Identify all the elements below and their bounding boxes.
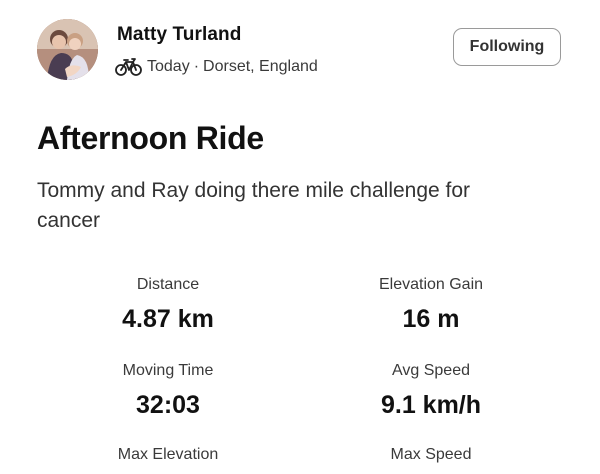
stat-label: Distance <box>136 276 200 293</box>
stat-value: 32:03 <box>136 391 200 419</box>
avatar-photo-icon <box>37 19 98 80</box>
stat-max-speed: Max Speed <box>301 444 561 474</box>
activity-description: Tommy and Ray doing there mile challenge… <box>37 179 471 232</box>
stat-label: Max Speed <box>390 446 472 463</box>
activity-date: Today <box>147 58 190 75</box>
activity-title[interactable]: Afternoon Ride <box>37 120 264 157</box>
stat-avg-speed: Avg Speed 9.1 km/h <box>301 360 561 420</box>
stat-value: 9.1 km/h <box>380 391 482 419</box>
stat-distance: Distance 4.87 km <box>38 274 298 334</box>
stat-moving-time: Moving Time 32:03 <box>38 360 298 420</box>
athlete-name[interactable]: Matty Turland <box>117 24 241 46</box>
stat-value: 4.87 km <box>122 305 214 333</box>
activity-location: Dorset, England <box>203 58 318 75</box>
stat-label: Elevation Gain <box>378 276 484 293</box>
stat-label: Moving Time <box>122 362 214 379</box>
activity-meta: Today · Dorset, England <box>115 56 318 78</box>
activity-header: Matty Turland Today · Dorset, England Fo… <box>0 0 600 100</box>
meta-separator: · <box>193 58 200 75</box>
stat-max-elevation: Max Elevation <box>38 444 298 474</box>
bike-icon <box>115 58 142 76</box>
stat-elevation-gain: Elevation Gain 16 m <box>301 274 561 334</box>
athlete-avatar[interactable] <box>37 19 98 80</box>
stat-value: 16 m <box>402 305 460 333</box>
stat-label: Avg Speed <box>392 362 470 379</box>
stat-label: Max Elevation <box>117 446 219 463</box>
following-button[interactable]: Following <box>453 28 561 66</box>
